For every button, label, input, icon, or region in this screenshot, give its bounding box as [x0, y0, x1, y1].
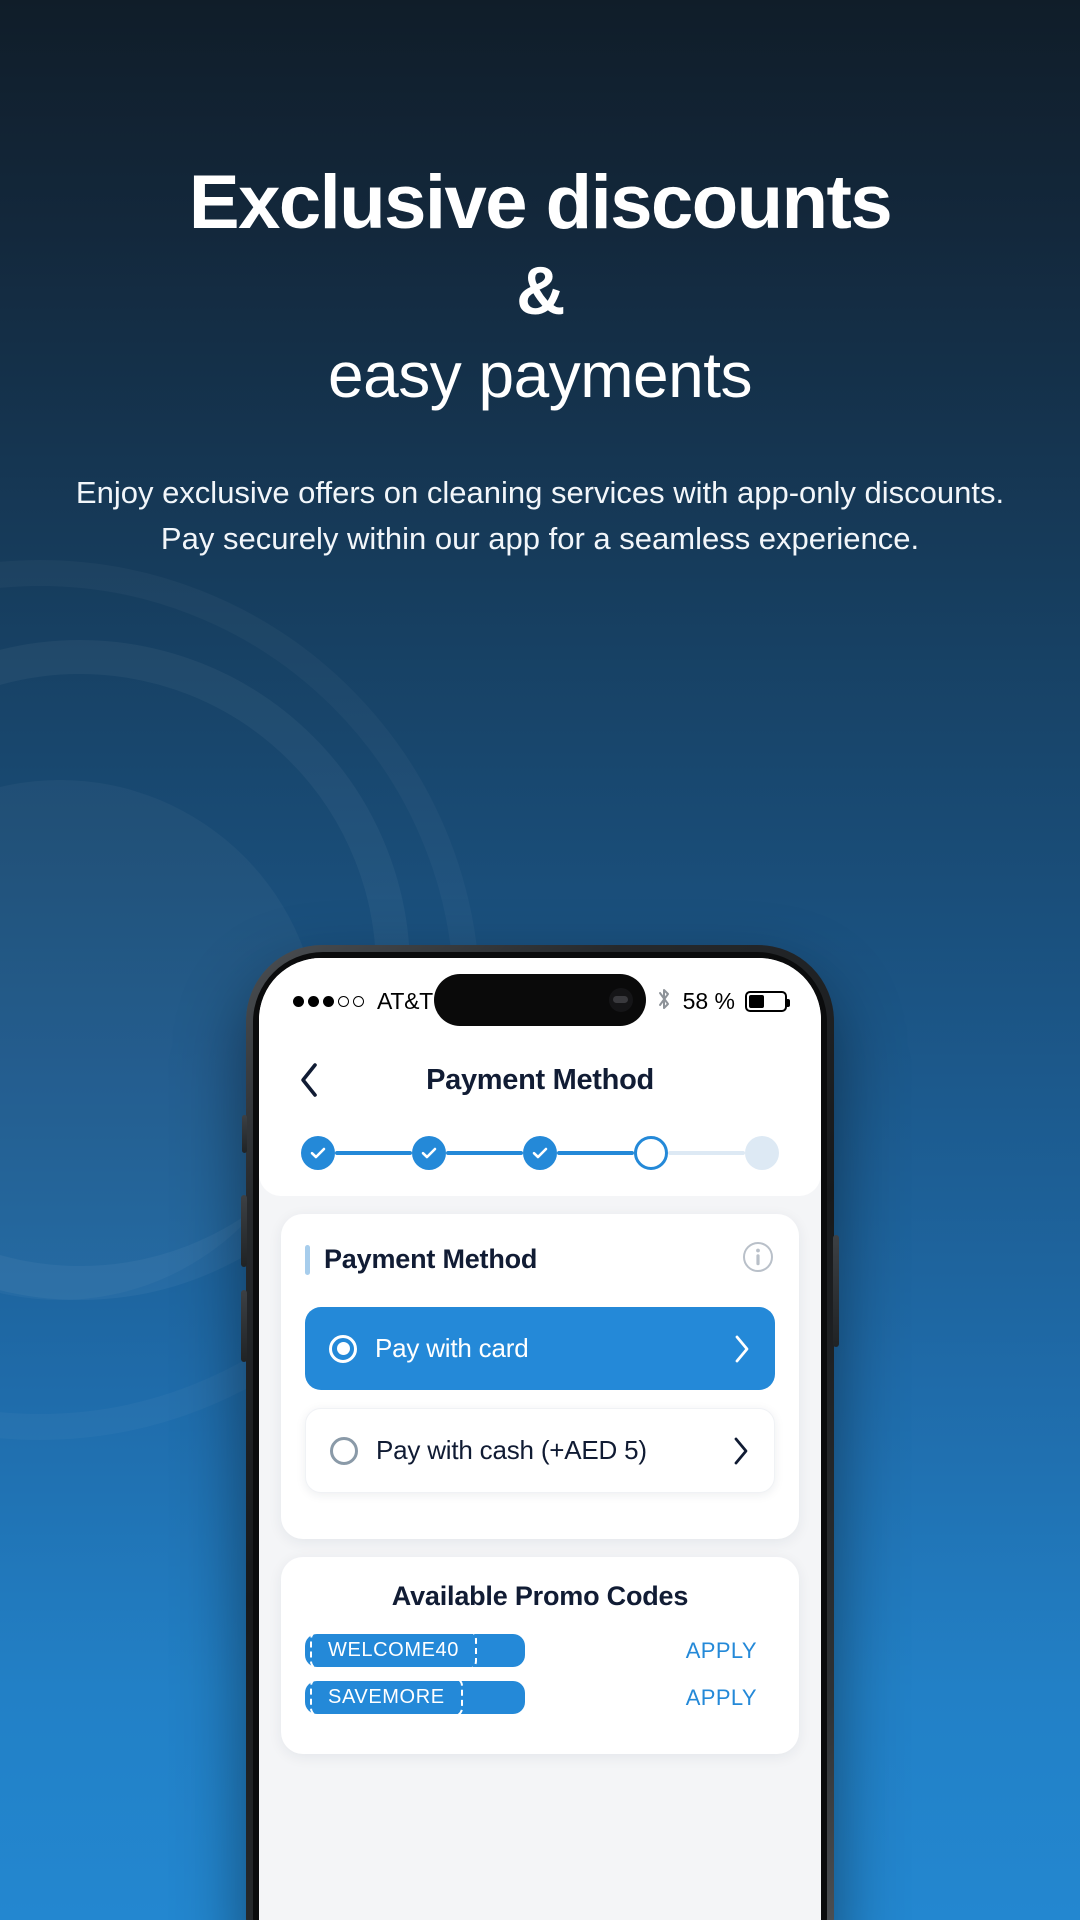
battery-percentage-label: 58 % — [682, 987, 735, 1014]
stepper-step-2[interactable] — [412, 1136, 446, 1170]
bluetooth-icon — [655, 986, 673, 1017]
dynamic-island — [434, 974, 646, 1026]
volume-up-button[interactable] — [241, 1195, 247, 1267]
promo-code-chip[interactable]: SAVEMORE — [305, 1677, 525, 1717]
promo-codes-title: Available Promo Codes — [391, 1581, 689, 1611]
app-content: Payment Method Pay with card Pay with ca… — [259, 1196, 821, 1754]
phone-mockup: AT&T 58 % Payment Method Payment Method … — [241, 945, 839, 1920]
promo-code-chip[interactable]: WELCOME40 — [305, 1630, 525, 1670]
stepper-step-3[interactable] — [523, 1136, 557, 1170]
front-camera-icon — [609, 988, 633, 1012]
promo-codes-card: Available Promo Codes WELCOME40 APPLY SA… — [281, 1557, 799, 1754]
hero-subtitle: Enjoy exclusive offers on cleaning servi… — [75, 475, 1005, 557]
radio-unselected-icon — [330, 1436, 358, 1465]
phone-screen: AT&T 58 % Payment Method Payment Method … — [259, 958, 821, 1920]
promo-code-label: WELCOME40 — [310, 1630, 477, 1670]
volume-down-button[interactable] — [241, 1290, 247, 1362]
battery-icon — [745, 990, 790, 1012]
accent-bar — [305, 1244, 310, 1275]
stepper-connector-4 — [668, 1151, 745, 1155]
payment-option-cash-label: Pay with cash (+AED 5) — [376, 1435, 647, 1465]
hero-title-ampersand: & — [516, 253, 565, 330]
power-button[interactable] — [833, 1235, 839, 1347]
check-icon — [532, 1147, 548, 1159]
phone-frame: AT&T 58 % Payment Method Payment Method … — [241, 945, 839, 1920]
check-icon — [310, 1147, 326, 1159]
status-bar-right: 58 % — [655, 986, 790, 1017]
stepper-step-5[interactable] — [745, 1136, 779, 1170]
check-icon — [421, 1147, 437, 1159]
silent-switch[interactable] — [242, 1115, 247, 1153]
radio-selected-icon — [329, 1334, 357, 1363]
stepper-connector-1 — [335, 1151, 412, 1155]
promo-row: WELCOME40 APPLY — [305, 1630, 775, 1670]
payment-method-card: Payment Method Pay with card Pay with ca… — [281, 1214, 799, 1539]
info-icon[interactable] — [741, 1240, 775, 1279]
signal-strength-icon — [293, 995, 364, 1007]
hero-title-line1: Exclusive discounts — [188, 160, 893, 245]
stepper-connector-3 — [557, 1151, 634, 1155]
stepper-connector-2 — [446, 1151, 523, 1155]
payment-option-card[interactable]: Pay with card — [305, 1307, 775, 1390]
payment-option-cash[interactable]: Pay with cash (+AED 5) — [305, 1408, 775, 1493]
carrier-label: AT&T — [377, 987, 433, 1014]
hero-section: Exclusive discounts & easy payments Enjo… — [0, 160, 1080, 562]
promo-code-label: SAVEMORE — [310, 1677, 463, 1717]
hero-title: Exclusive discounts & easy payments — [48, 160, 1032, 414]
apply-promo-button[interactable]: APPLY — [686, 1638, 757, 1664]
header-row: Payment Method — [287, 1054, 793, 1106]
apply-promo-button[interactable]: APPLY — [686, 1685, 757, 1711]
page-title: Payment Method — [426, 1063, 654, 1096]
hero-title-line3: easy payments — [328, 339, 752, 412]
payment-method-card-header: Payment Method — [305, 1240, 775, 1279]
checkout-stepper — [287, 1136, 793, 1170]
stepper-step-1[interactable] — [301, 1136, 335, 1170]
app-header: Payment Method — [259, 1030, 821, 1196]
stepper-step-4[interactable] — [634, 1136, 668, 1170]
chevron-right-icon — [735, 1335, 749, 1362]
promo-row: SAVEMORE APPLY — [305, 1677, 775, 1717]
payment-option-card-label: Pay with card — [375, 1333, 529, 1363]
chevron-right-icon — [734, 1437, 748, 1464]
payment-method-title: Payment Method — [324, 1244, 538, 1274]
